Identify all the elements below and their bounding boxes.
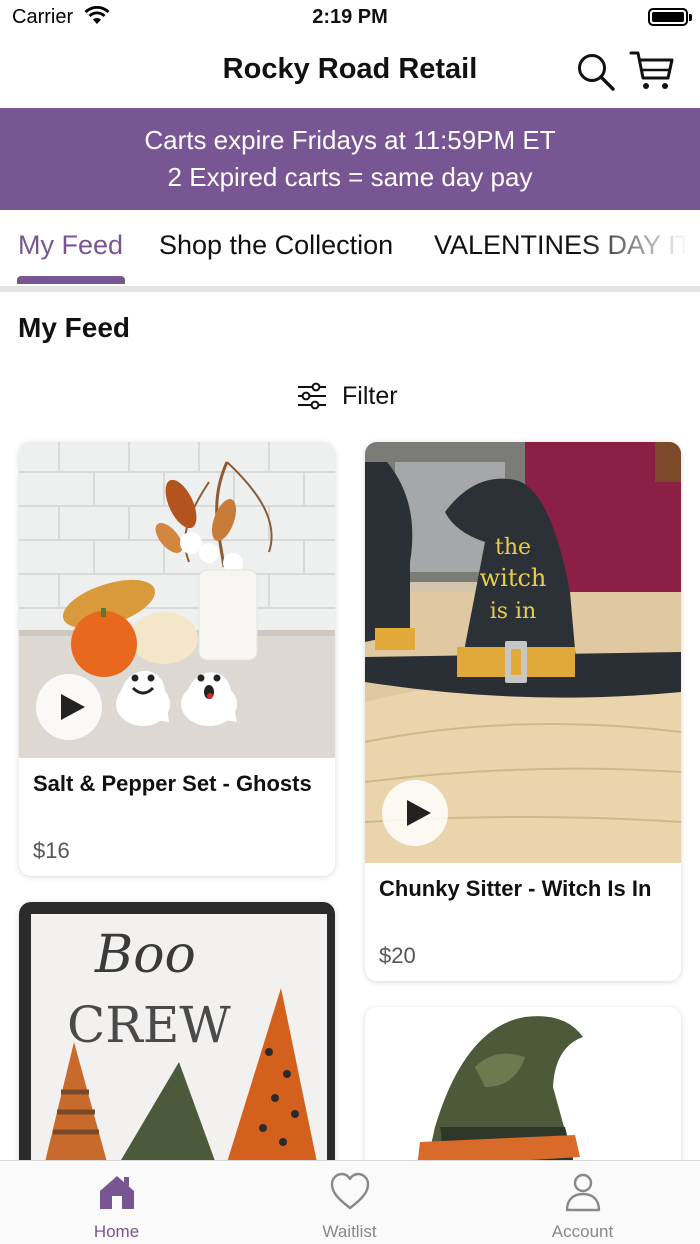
product-card[interactable]: Boo CREW (19, 902, 335, 1202)
bottom-tab-bar: Home Waitlist Account (0, 1160, 700, 1244)
battery-icon (648, 8, 692, 26)
user-icon (565, 1173, 601, 1212)
play-icon (407, 800, 431, 826)
svg-text:witch: witch (480, 564, 547, 592)
tab-bar-waitlist[interactable]: Waitlist (233, 1161, 466, 1244)
product-name: Salt & Pepper Set - Ghosts (33, 771, 312, 796)
product-card[interactable]: Salt & Pepper Set - Ghosts $16 (19, 442, 335, 876)
collection-tabs: My Feed Shop the Collection VALENTINES D… (0, 210, 700, 288)
tab-bar-home[interactable]: Home (0, 1161, 233, 1244)
play-video-button[interactable] (36, 674, 102, 740)
clock: 2:19 PM (312, 6, 388, 28)
svg-text:CREW: CREW (67, 996, 231, 1054)
product-price: $20 (379, 943, 416, 968)
tab-my-feed[interactable]: My Feed (18, 230, 123, 261)
navigation-header: Rocky Road Retail (0, 36, 700, 108)
status-bar: Carrier 2:19 PM (0, 0, 700, 36)
heart-icon (330, 1172, 370, 1210)
svg-text:the: the (495, 535, 531, 560)
banner-line-2: 2 Expired carts = same day pay (167, 162, 533, 192)
product-name: Chunky Sitter - Witch Is In (379, 876, 652, 901)
svg-text:is in: is in (490, 599, 537, 624)
banner-line-1: Carts expire Fridays at 11:59PM ET (144, 125, 556, 155)
tab-bar-account[interactable]: Account (466, 1161, 699, 1244)
cart-icon[interactable] (629, 48, 675, 94)
home-icon (100, 1176, 134, 1209)
filter-label: Filter (342, 381, 398, 410)
tab-shop-the-collection[interactable]: Shop the Collection (159, 230, 393, 261)
tab-bar-account-label: Account (551, 1222, 614, 1241)
product-card[interactable]: the witch is in Chunky Sitter - Witch Is… (365, 442, 681, 981)
tabs-divider (0, 286, 700, 292)
play-video-button[interactable] (382, 780, 448, 846)
product-price: $16 (33, 838, 70, 863)
tab-fade-overlay (580, 210, 700, 288)
page-title: My Feed (18, 312, 131, 343)
sliders-icon (298, 382, 326, 410)
tab-bar-home-label: Home (93, 1222, 140, 1241)
active-tab-indicator (17, 276, 125, 284)
tab-bar-waitlist-label: Waitlist (322, 1222, 377, 1241)
filter-button[interactable]: Filter (296, 376, 398, 416)
search-icon[interactable] (576, 52, 616, 92)
promo-banner: Carts expire Fridays at 11:59PM ET 2 Exp… (0, 108, 700, 210)
product-image: Boo CREW (19, 902, 335, 1202)
play-icon (61, 694, 85, 720)
svg-text:Boo: Boo (94, 925, 196, 985)
